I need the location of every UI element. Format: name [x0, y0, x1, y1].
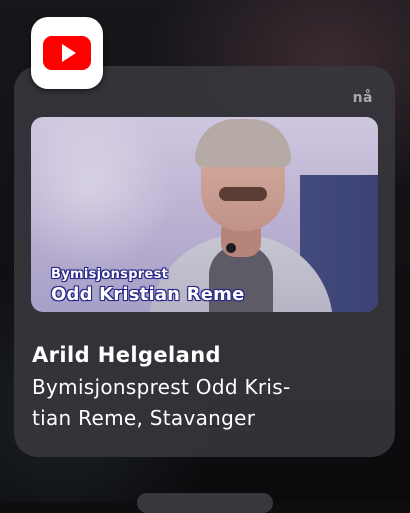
microphone: [226, 243, 236, 253]
notification-title: Arild Helgeland: [32, 343, 221, 367]
thumbnail-caption-title: Bymisjonsprest: [51, 267, 169, 282]
thumbnail-caption-name: Odd Kristian Reme: [51, 284, 245, 305]
video-thumbnail[interactable]: Bymisjonsprest Odd Kristian Reme: [31, 117, 378, 312]
play-icon: [61, 44, 76, 62]
bottom-control[interactable]: [137, 493, 273, 513]
youtube-icon: [43, 36, 91, 70]
notification-time: nå: [352, 90, 373, 106]
notification-body: Bymisjonsprest Odd Kris- tian Reme, Stav…: [32, 375, 291, 430]
notification-card[interactable]: nå Bymisjonsprest Odd Kristian Reme Aril…: [14, 66, 395, 457]
youtube-app-icon[interactable]: [31, 17, 103, 89]
